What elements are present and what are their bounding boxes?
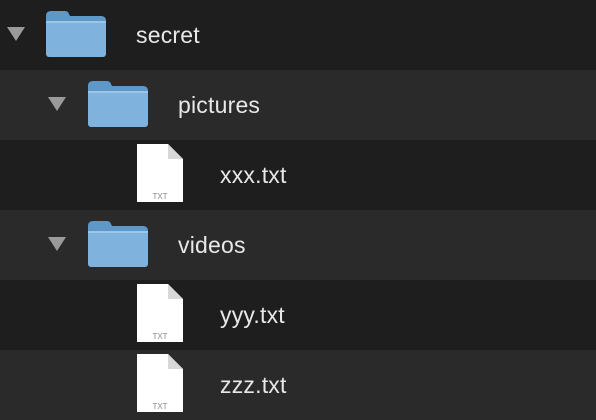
tree-row-videos[interactable]: videos: [0, 210, 596, 280]
tree-row-label: xxx.txt: [220, 162, 287, 188]
file-tree: secret pictures TXT xxx.txt videos TXT y…: [0, 0, 596, 420]
tree-row-yyy-txt[interactable]: TXT yyy.txt: [0, 280, 596, 350]
text-file-icon: TXT: [137, 354, 183, 412]
tree-row-secret[interactable]: secret: [0, 0, 596, 70]
folder-icon: [88, 221, 148, 267]
file-type-badge: TXT: [152, 192, 167, 201]
folder-icon: [88, 81, 148, 127]
disclosure-triangle-expanded-icon[interactable]: [48, 97, 66, 111]
disclosure-triangle-expanded-icon[interactable]: [7, 27, 25, 41]
tree-row-label: zzz.txt: [220, 372, 287, 398]
tree-row-label: videos: [178, 232, 246, 258]
file-type-badge: TXT: [152, 402, 167, 411]
text-file-icon: TXT: [137, 144, 183, 202]
tree-row-label: pictures: [178, 92, 261, 118]
tree-row-pictures[interactable]: pictures: [0, 70, 596, 140]
file-type-badge: TXT: [152, 332, 167, 341]
text-file-icon: TXT: [137, 284, 183, 342]
tree-row-label: secret: [136, 22, 200, 48]
tree-row-label: yyy.txt: [220, 302, 285, 328]
folder-icon: [46, 11, 106, 57]
disclosure-triangle-expanded-icon[interactable]: [48, 237, 66, 251]
tree-row-zzz-txt[interactable]: TXT zzz.txt: [0, 350, 596, 420]
tree-row-xxx-txt[interactable]: TXT xxx.txt: [0, 140, 596, 210]
